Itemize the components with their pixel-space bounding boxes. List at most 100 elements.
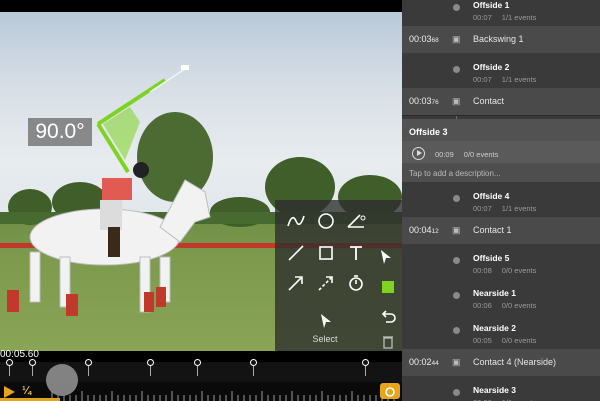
undo-icon[interactable]	[375, 304, 401, 330]
line-icon[interactable]	[283, 240, 309, 266]
selected-clip-controls[interactable]: 00:09 0/0 events	[402, 141, 600, 163]
cursor-icon[interactable]	[373, 244, 399, 270]
clip-title: Offside 2	[473, 62, 510, 72]
camera-event-icon: ▣	[452, 96, 461, 106]
event-label: Contact 4 (Nearside)	[473, 357, 557, 367]
clip-dot-icon	[453, 4, 460, 11]
stopwatch-icon[interactable]	[343, 270, 369, 296]
event-label: Backswing 1	[473, 34, 524, 44]
event-time-main: 00:02	[409, 357, 432, 367]
clip-title: Nearside 2	[473, 323, 516, 333]
event-time: 00:0368	[409, 34, 439, 44]
clip-dot-icon	[453, 389, 460, 396]
clip-dot-icon	[453, 257, 460, 264]
clip-duration: 00:08	[473, 266, 492, 275]
clip-events-count: 0/0 events	[501, 336, 537, 345]
selected-clip-duration: 00:09	[435, 150, 454, 159]
clip-duration: 00:07	[473, 75, 492, 84]
select-tool-label: Select	[312, 334, 338, 344]
clip-title: Offside 4	[473, 191, 510, 201]
clip-meta: 00:07 1/1 events	[473, 75, 536, 84]
clip-dot-icon	[453, 292, 460, 299]
clip-dot-icon	[453, 327, 460, 334]
event-row[interactable]: 00:0412 ▣ Contact 1	[402, 217, 600, 244]
clip-title: Nearside 3	[473, 385, 516, 395]
clip-events-count: 1/1 events	[501, 204, 537, 213]
clip-events-count: 1/1 events	[501, 13, 537, 22]
event-label: Contact	[473, 96, 505, 106]
clip-row[interactable]: Offside 5 00:08 0/0 events	[402, 244, 600, 279]
event-time-main: 00:03	[409, 96, 432, 106]
event-row[interactable]: 00:0244 ▣ Contact 4 (Nearside)	[402, 349, 600, 376]
clip-events-count: 0/0 events	[501, 301, 537, 310]
timeline-marker-dot[interactable]	[85, 359, 92, 366]
clip-row[interactable]: Offside 4 00:07 1/1 events	[402, 182, 600, 217]
camera-icon[interactable]	[380, 383, 400, 399]
event-time: 00:0376	[409, 96, 439, 106]
description-field[interactable]: Tap to add a description...	[402, 163, 600, 182]
clip-row[interactable]: Nearside 300:061/1 events	[402, 376, 600, 401]
event-time: 00:0244	[409, 357, 439, 367]
clip-meta: 00:08 0/0 events	[473, 266, 536, 275]
clip-dot-icon	[453, 195, 460, 202]
timeline-marker-dot[interactable]	[6, 359, 13, 366]
clip-meta: 00:07 1/1 events	[473, 204, 536, 213]
dashed-arrow-icon[interactable]	[313, 270, 339, 296]
clip-row[interactable]: Nearside 2 00:05 0/0 events	[402, 314, 600, 349]
arrow-icon[interactable]	[283, 270, 309, 296]
clip-meta: 00:07 1/1 events	[473, 13, 536, 22]
event-time-fraction: 12	[431, 228, 439, 235]
camera-event-icon: ▣	[452, 225, 461, 235]
event-row[interactable]: 00:0368 ▣ Backswing 1	[402, 26, 600, 53]
selected-clip-meta: 00:09 0/0 events	[435, 150, 498, 159]
clip-row[interactable]: Offside 1 00:07 1/1 events	[402, 0, 600, 26]
selected-clip-title: Offside 3	[409, 127, 448, 137]
clip-row[interactable]: Nearside 1 00:06 0/0 events	[402, 279, 600, 314]
camera-event-icon: ▣	[452, 34, 461, 44]
play-button[interactable]	[2, 385, 16, 399]
clip-row[interactable]: Offside 2 00:07 1/1 events	[402, 53, 600, 88]
clip-duration: 00:07	[473, 204, 492, 213]
trash-icon[interactable]	[375, 328, 401, 351]
event-time-fraction: 76	[431, 99, 439, 106]
clip-title: Nearside 1	[473, 288, 516, 298]
clip-title: Offside 5	[473, 253, 510, 263]
clip-meta: 00:05 0/0 events	[473, 336, 536, 345]
playback-speed[interactable]: ¼	[22, 385, 31, 397]
event-time: 00:0412	[409, 225, 439, 235]
event-time-fraction: 44	[431, 360, 439, 367]
clip-events-count: 0/0 events	[501, 266, 537, 275]
select-cursor-icon[interactable]	[313, 308, 339, 334]
timeline-scrubber[interactable]	[0, 359, 402, 401]
circle-icon[interactable]	[313, 208, 339, 234]
camera-event-icon: ▣	[452, 357, 461, 367]
angle-value-label: 90.0°	[28, 118, 92, 146]
timeline-marker-dot[interactable]	[194, 359, 201, 366]
color-swatch-icon[interactable]	[375, 274, 401, 300]
clip-title: Offside 1	[473, 0, 510, 10]
video-player[interactable]: 90.0° Select	[0, 0, 402, 351]
timeline-marker-dot[interactable]	[29, 359, 36, 366]
freehand-icon[interactable]	[283, 208, 309, 234]
event-row[interactable]: 00:0376 ▣ Contact	[402, 88, 600, 115]
clip-duration: 00:06	[473, 301, 492, 310]
selected-clip-header[interactable]: Offside 3	[402, 119, 600, 141]
event-label: Contact 1	[473, 225, 512, 235]
selected-clip-events: 0/0 events	[463, 150, 499, 159]
clip-list-panel[interactable]: Offside 1 00:07 1/1 events 00:0368 ▣ Backswin…	[402, 0, 600, 401]
event-time-main: 00:04	[409, 225, 432, 235]
scrubber-thumb[interactable]	[46, 364, 78, 396]
timeline-marker-dot[interactable]	[250, 359, 257, 366]
clip-duration: 00:05	[473, 336, 492, 345]
timeline-marker-dot[interactable]	[147, 359, 154, 366]
text-icon[interactable]	[343, 240, 369, 266]
clip-events-count: 1/1 events	[501, 75, 537, 84]
timeline-marker-dot[interactable]	[362, 359, 369, 366]
clip-duration: 00:07	[473, 13, 492, 22]
description-placeholder: Tap to add a description...	[409, 169, 501, 178]
event-time-fraction: 68	[431, 37, 439, 44]
angle-icon[interactable]	[343, 208, 369, 234]
square-icon[interactable]	[313, 240, 339, 266]
event-time-main: 00:03	[409, 34, 432, 44]
play-clip-icon[interactable]	[412, 147, 425, 160]
